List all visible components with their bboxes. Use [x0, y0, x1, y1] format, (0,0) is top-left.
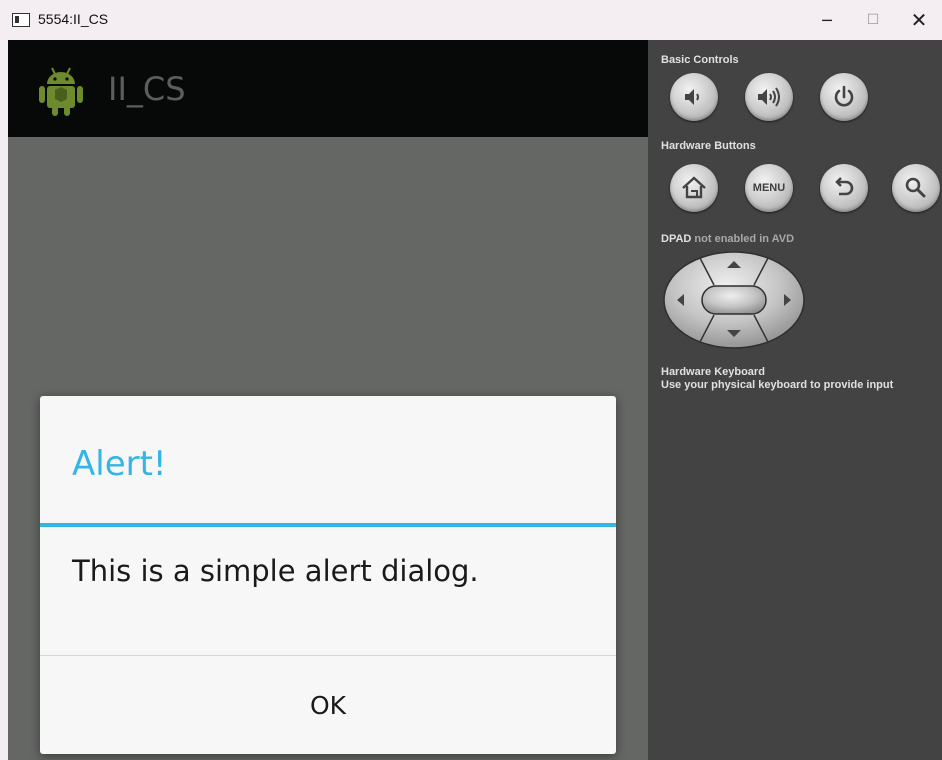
- ok-button[interactable]: OK: [40, 656, 616, 754]
- minimize-button[interactable]: ─: [804, 0, 850, 40]
- volume-up-button[interactable]: [745, 73, 793, 121]
- basic-controls-label: Basic Controls: [661, 54, 739, 66]
- dialog-title: Alert!: [72, 444, 167, 484]
- window-title: 5554:II_CS: [38, 11, 109, 27]
- emulator-control-panel: Basic Controls Hardware Buttons MENU DPA…: [648, 40, 942, 760]
- app-title: II_CS: [108, 70, 186, 108]
- home-button[interactable]: [670, 164, 718, 212]
- dpad-note: not enabled in AVD: [694, 233, 795, 245]
- emulator-app-icon: [12, 13, 30, 27]
- search-icon: [905, 177, 926, 198]
- close-button[interactable]: ✕: [896, 0, 942, 40]
- window-title-bar: 5554:II_CS ─ ☐ ✕: [0, 0, 942, 40]
- dialog-message: This is a simple alert dialog.: [72, 554, 479, 588]
- volume-down-icon: [685, 89, 699, 105]
- alert-dialog: Alert! This is a simple alert dialog. OK: [40, 396, 616, 754]
- dpad-control[interactable]: [662, 250, 806, 350]
- power-button[interactable]: [820, 73, 868, 121]
- menu-icon: MENU: [752, 182, 786, 194]
- dpad-label: DPAD not enabled in AVD: [661, 233, 794, 245]
- action-bar: II_CS: [8, 40, 648, 137]
- search-button[interactable]: [892, 164, 940, 212]
- volume-up-icon: [758, 87, 780, 107]
- menu-button[interactable]: MENU: [745, 164, 793, 212]
- hardware-buttons-label: Hardware Buttons: [661, 140, 756, 152]
- hardware-keyboard-label: Hardware Keyboard: [661, 366, 765, 378]
- device-screen: II_CS Alert! This is a simple alert dial…: [8, 40, 648, 760]
- back-button[interactable]: [820, 164, 868, 212]
- volume-down-button[interactable]: [670, 73, 718, 121]
- dpad-label-text: DPAD: [661, 233, 692, 245]
- home-icon: [682, 176, 706, 199]
- power-icon: [834, 85, 854, 107]
- dialog-title-divider: [40, 523, 616, 527]
- back-icon: [835, 177, 854, 196]
- hardware-keyboard-note: Use your physical keyboard to provide in…: [661, 379, 894, 391]
- android-robot-icon: [39, 67, 83, 116]
- maximize-button[interactable]: ☐: [850, 0, 896, 40]
